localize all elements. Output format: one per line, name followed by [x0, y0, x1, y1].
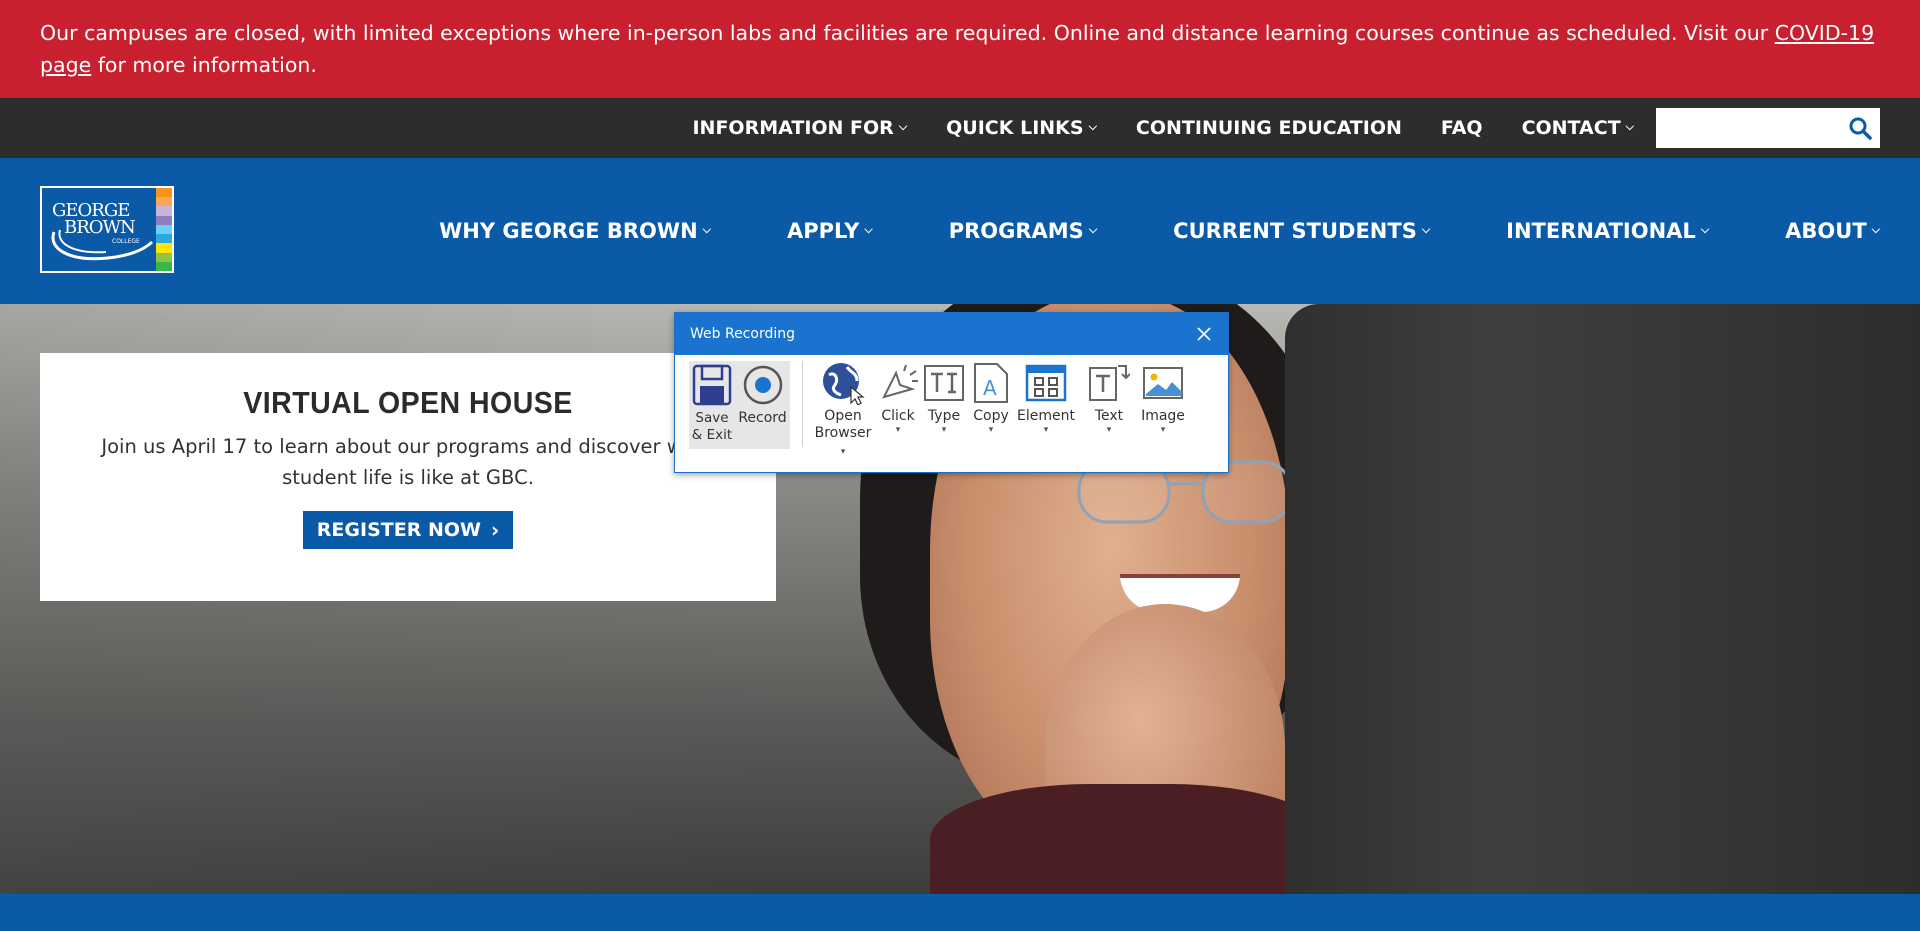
floppy-disk-icon	[690, 363, 734, 407]
dropdown-arrow-icon: ▾	[895, 425, 901, 435]
alert-text: Our campuses are closed, with limited ex…	[40, 21, 1775, 45]
main-header: GEORGE BROWN COLLEGE WHY GEORGE BROWN ⌵ A…	[0, 158, 1920, 304]
web-recording-titlebar[interactable]: Web Recording	[675, 313, 1228, 355]
promo-title: VIRTUAL OPEN HOUSE	[243, 385, 573, 420]
chevron-right-icon: ›	[490, 518, 500, 542]
util-nav-information-for[interactable]: INFORMATION FOR ⌵	[692, 117, 907, 139]
main-nav-label: APPLY	[787, 219, 860, 243]
util-nav-quick-links[interactable]: QUICK LINKS ⌵	[946, 117, 1097, 139]
dropdown-arrow-icon: ▾	[1160, 425, 1166, 435]
click-button[interactable]: Click ▾	[875, 361, 921, 435]
element-button[interactable]: Element ▾	[1015, 361, 1077, 435]
close-icon[interactable]	[1194, 324, 1214, 344]
cursor-click-icon	[876, 361, 920, 405]
main-nav-label: CURRENT STUDENTS	[1173, 219, 1417, 243]
chevron-down-icon: ⌵	[1871, 223, 1880, 236]
main-nav-international[interactable]: INTERNATIONAL ⌵	[1506, 219, 1709, 243]
main-nav-label: ABOUT	[1785, 219, 1867, 243]
web-recording-title: Web Recording	[690, 326, 795, 342]
chevron-down-icon: ⌵	[1700, 223, 1710, 236]
svg-text:A: A	[983, 376, 997, 400]
chevron-down-icon: ⌵	[864, 223, 873, 236]
type-label: Type	[927, 408, 961, 424]
bottom-blue-band	[0, 894, 1920, 931]
save-exit-label: Save & Exit	[691, 410, 733, 443]
main-nav-label: PROGRAMS	[948, 219, 1084, 243]
copy-button[interactable]: A Copy ▾	[967, 361, 1015, 435]
util-nav-contact[interactable]: CONTACT ⌵	[1522, 117, 1634, 139]
record-label: Record	[738, 410, 787, 426]
copy-document-icon: A	[969, 361, 1013, 405]
logo-line-3: COLLEGE	[112, 238, 140, 245]
main-nav-apply[interactable]: APPLY ⌵	[787, 219, 873, 243]
open-browser-label: Open	[824, 408, 862, 424]
util-nav-continuing-education[interactable]: CONTINUING EDUCATION	[1136, 117, 1402, 139]
copy-label: Copy	[973, 408, 1009, 424]
george-brown-logo[interactable]: GEORGE BROWN COLLEGE	[40, 186, 174, 273]
globe-cursor-icon	[821, 361, 865, 405]
utility-bar: INFORMATION FOR ⌵ QUICK LINKS ⌵ CONTINUING…	[0, 98, 1920, 158]
logo-color-stripes	[156, 188, 172, 271]
dropdown-arrow-icon: ▾	[941, 425, 947, 435]
save-exit-button[interactable]: Save & Exit	[689, 361, 735, 449]
main-nav-programs[interactable]: PROGRAMS ⌵	[949, 219, 1097, 243]
element-grid-icon	[1024, 361, 1068, 405]
alert-text-end: for more information.	[91, 53, 317, 77]
chevron-down-icon: ⌵	[1088, 223, 1098, 236]
dropdown-arrow-icon: ▾	[1106, 425, 1112, 435]
main-nav-why-george-brown[interactable]: WHY GEORGE BROWN ⌵	[439, 219, 711, 243]
logo-line-2: BROWN	[64, 217, 136, 238]
chevron-down-icon: ⌵	[1625, 120, 1634, 133]
toolbar-divider	[802, 361, 803, 447]
dropdown-arrow-icon: ▾	[1043, 425, 1049, 435]
element-label: Element	[1017, 408, 1075, 424]
chevron-down-icon: ⌵	[1421, 223, 1431, 236]
main-nav-current-students[interactable]: CURRENT STUDENTS ⌵	[1173, 219, 1430, 243]
main-nav-label: WHY GEORGE BROWN	[439, 219, 698, 243]
text-extract-icon	[1087, 361, 1131, 405]
util-nav-label: CONTACT	[1521, 117, 1621, 139]
promo-text: Join us April 17 to learn about our prog…	[101, 435, 715, 489]
main-nav-about[interactable]: ABOUT ⌵	[1785, 219, 1880, 243]
record-button[interactable]: Record	[735, 361, 790, 449]
main-nav-label: INTERNATIONAL	[1506, 219, 1696, 243]
util-nav-label: CONTINUING EDUCATION	[1135, 117, 1402, 139]
image-button[interactable]: Image ▾	[1137, 361, 1189, 435]
logo-wordmark: GEORGE BROWN	[52, 202, 136, 238]
chevron-down-icon: ⌵	[898, 120, 908, 133]
web-recording-tools: Save & Exit Record Open Browser ▾ Click …	[675, 355, 1228, 473]
web-recording-toolbar: Web Recording Save & Exit Record Open Br…	[674, 312, 1229, 473]
virtual-open-house-card: VIRTUAL OPEN HOUSE Join us April 17 to l…	[40, 353, 776, 601]
hero-monitor	[1285, 304, 1920, 894]
click-label: Click	[881, 408, 915, 424]
utility-nav: INFORMATION FOR ⌵ QUICK LINKS ⌵ CONTINUING…	[653, 98, 1634, 158]
chevron-down-icon: ⌵	[702, 223, 711, 236]
text-input-icon	[922, 361, 966, 405]
hero-person-shirt	[930, 784, 1330, 894]
chevron-down-icon: ⌵	[1088, 120, 1097, 133]
dropdown-arrow-icon: ▾	[988, 425, 994, 435]
open-browser-button[interactable]: Open Browser ▾	[813, 361, 873, 459]
search-box	[1656, 108, 1880, 148]
register-now-label: REGISTER NOW	[316, 519, 481, 541]
util-nav-label: FAQ	[1440, 117, 1483, 139]
open-browser-label-text: Browser	[814, 425, 872, 441]
text-button[interactable]: Text ▾	[1085, 361, 1133, 435]
search-icon[interactable]	[1848, 116, 1872, 140]
covid-alert-banner: Our campuses are closed, with limited ex…	[0, 0, 1920, 98]
util-nav-faq[interactable]: FAQ	[1441, 117, 1483, 139]
image-icon	[1141, 361, 1185, 405]
search-input[interactable]	[1656, 108, 1836, 148]
image-label: Image	[1141, 408, 1185, 424]
util-nav-label: QUICK LINKS	[946, 117, 1084, 139]
main-nav: WHY GEORGE BROWN ⌵ APPLY ⌵ PROGRAMS ⌵ CURRE…	[439, 158, 1880, 304]
dropdown-arrow-icon: ▾	[840, 447, 846, 457]
type-button[interactable]: Type ▾	[921, 361, 967, 435]
open-browser-label-2: Browser ▾	[813, 425, 873, 459]
record-icon	[741, 363, 785, 407]
util-nav-label: INFORMATION FOR	[692, 117, 894, 139]
register-now-button[interactable]: REGISTER NOW ›	[302, 511, 514, 549]
text-label: Text	[1094, 408, 1124, 424]
